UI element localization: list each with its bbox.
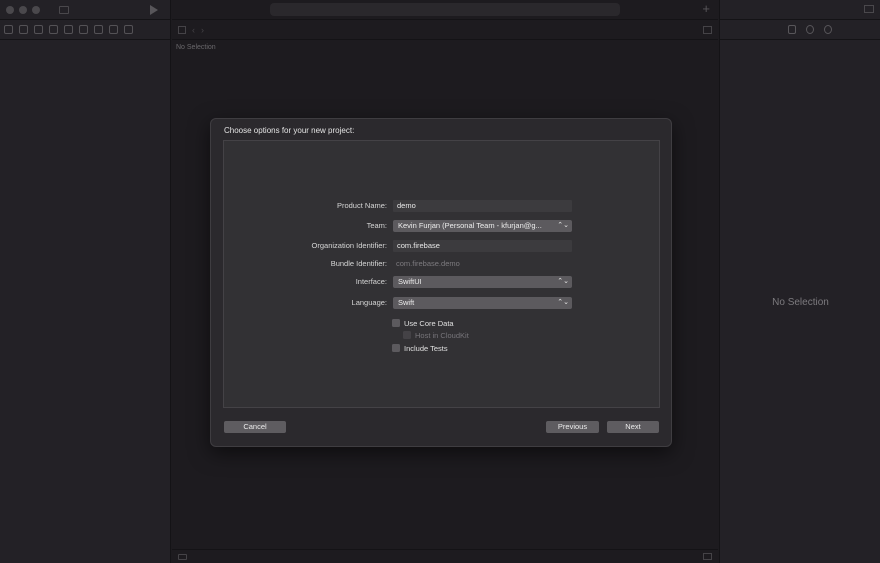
- product-name-field[interactable]: [393, 200, 572, 212]
- new-project-options-sheet: Choose options for your new project: Pro…: [210, 118, 672, 447]
- debug-area-toggle-icon[interactable]: [178, 553, 187, 560]
- options-panel: Product Name: Team: Kevin Furjan (Person…: [223, 140, 660, 408]
- related-items-icon[interactable]: [178, 25, 186, 34]
- navigator-selector-bar: [0, 19, 170, 40]
- test-icon[interactable]: [79, 25, 88, 34]
- organization-identifier-label: Organization Identifier:: [311, 241, 387, 250]
- back-chevron-icon[interactable]: ‹: [192, 25, 195, 35]
- popup-arrows-icon: ⌃⌄: [557, 222, 569, 229]
- organization-identifier-row: Organization Identifier:: [224, 240, 659, 252]
- forward-chevron-icon[interactable]: ›: [201, 25, 204, 35]
- popup-arrows-icon: ⌃⌄: [557, 299, 569, 306]
- interface-popup-value: SwiftUI: [398, 277, 422, 286]
- activity-view: [270, 3, 620, 16]
- folder-icon[interactable]: [4, 25, 13, 34]
- symbol-icon[interactable]: [34, 25, 43, 34]
- add-icon[interactable]: +: [702, 1, 710, 17]
- language-popup-value: Swift: [398, 298, 415, 307]
- search-icon[interactable]: [49, 25, 58, 34]
- language-row: Language: Swift ⌃⌄: [224, 297, 659, 309]
- close-window-button[interactable]: [6, 5, 14, 14]
- cancel-button[interactable]: Cancel: [224, 421, 286, 433]
- editor-no-selection-label: No Selection: [176, 44, 216, 51]
- debug-icon[interactable]: [94, 25, 103, 34]
- use-core-data-checkbox[interactable]: [392, 319, 400, 327]
- console-toggle-icon[interactable]: [703, 553, 712, 560]
- inspector-toggle-icon[interactable]: [864, 5, 874, 13]
- help-icon[interactable]: [824, 25, 832, 34]
- team-row: Team: Kevin Furjan (Personal Team - kfur…: [224, 220, 659, 232]
- window-toolbar-left: [0, 0, 170, 19]
- include-tests-label[interactable]: Include Tests: [404, 344, 448, 353]
- use-core-data-label[interactable]: Use Core Data: [404, 319, 454, 328]
- source-control-icon[interactable]: [19, 25, 28, 34]
- inspector-pane: No Selection: [719, 0, 880, 563]
- report-icon[interactable]: [124, 25, 133, 34]
- inspector-no-selection-label: No Selection: [772, 297, 829, 308]
- product-name-label: Product Name:: [336, 201, 387, 210]
- warning-icon[interactable]: [64, 25, 73, 34]
- jump-bar: ‹ ›: [172, 19, 718, 40]
- popup-arrows-icon: ⌃⌄: [557, 278, 569, 285]
- team-popup-value: Kevin Furjan (Personal Team - kfurjan@g.…: [398, 221, 542, 230]
- organization-identifier-field[interactable]: [393, 240, 572, 252]
- host-in-cloudkit-row: Host in CloudKit: [403, 330, 469, 340]
- team-label: Team:: [366, 221, 387, 230]
- include-tests-row[interactable]: Include Tests: [392, 343, 448, 353]
- window-toolbar-right: [720, 0, 880, 19]
- window-toolbar-center: +: [172, 0, 718, 19]
- sidebar-toggle-icon[interactable]: [59, 5, 69, 14]
- language-popup[interactable]: Swift ⌃⌄: [393, 297, 572, 309]
- host-in-cloudkit-label: Host in CloudKit: [415, 330, 469, 340]
- editor-options-icon[interactable]: [703, 25, 712, 34]
- team-popup[interactable]: Kevin Furjan (Personal Team - kfurjan@g.…: [393, 220, 572, 232]
- use-core-data-row[interactable]: Use Core Data: [392, 318, 454, 328]
- debug-bar: [172, 549, 718, 563]
- breakpoint-icon[interactable]: [109, 25, 118, 34]
- bundle-identifier-label: Bundle Identifier:: [330, 259, 387, 268]
- interface-label: Interface:: [355, 277, 387, 286]
- previous-button[interactable]: Previous: [546, 421, 599, 433]
- language-label: Language:: [351, 298, 387, 307]
- include-tests-checkbox[interactable]: [392, 344, 400, 352]
- run-icon[interactable]: [150, 4, 158, 15]
- product-name-row: Product Name:: [224, 200, 659, 212]
- interface-popup[interactable]: SwiftUI ⌃⌄: [393, 276, 572, 288]
- bundle-identifier-row: Bundle Identifier: com.firebase.demo: [224, 258, 659, 270]
- sheet-title: Choose options for your new project:: [224, 126, 355, 135]
- bundle-identifier-value: com.firebase.demo: [396, 259, 460, 268]
- interface-row: Interface: SwiftUI ⌃⌄: [224, 276, 659, 288]
- next-button[interactable]: Next: [607, 421, 659, 433]
- zoom-window-button[interactable]: [32, 5, 40, 14]
- navigator-pane: [0, 0, 171, 563]
- minimize-window-button[interactable]: [19, 5, 27, 14]
- inspector-tabs: [720, 19, 880, 40]
- file-inspector-icon[interactable]: [788, 25, 796, 34]
- history-icon[interactable]: [806, 25, 814, 34]
- host-in-cloudkit-checkbox: [403, 331, 411, 339]
